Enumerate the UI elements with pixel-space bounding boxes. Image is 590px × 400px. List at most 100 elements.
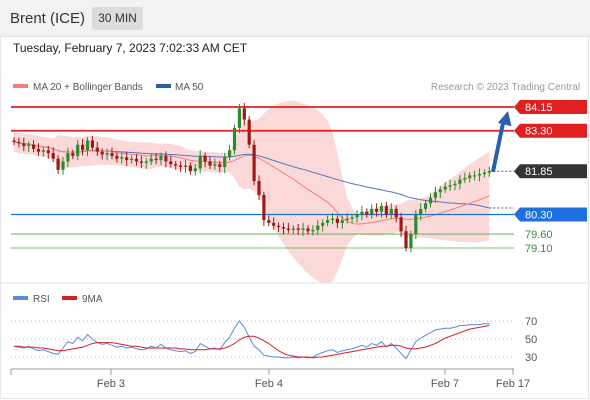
candle [110,153,114,156]
price-tag-84-15: 84.15 [514,100,587,114]
candle [159,155,163,161]
candle [257,181,261,195]
x-label-feb4: Feb 4 [255,378,283,390]
ma50-legend-label: MA 50 [175,82,204,93]
candle [149,158,153,162]
candle [340,220,344,223]
candle [301,228,305,230]
rsi-legend-label: RSI [33,294,50,305]
candle [61,161,65,170]
candle [66,153,70,162]
rsi-ma-legend-label: 9MA [82,294,103,305]
candle [144,161,148,163]
price-chart: MA 20 + Bollinger Bands MA 50 Research ©… [1,82,588,390]
candle [326,220,330,223]
candle [105,153,109,155]
candle [213,164,217,166]
candle [419,208,423,215]
candle [56,158,60,170]
candle [404,231,408,248]
bollinger-band [14,100,490,284]
candle [291,228,295,230]
candle [306,228,310,232]
candle [330,218,335,221]
candle [95,147,99,152]
candle [218,164,222,167]
credit-text: Research © 2023 Trading Central [431,82,580,93]
candle [448,185,452,187]
candle [183,165,188,167]
candle [223,157,227,168]
candle [360,211,364,215]
candle [463,178,467,180]
price-tag-81-85: 81.85 [514,164,587,179]
rsi-tick-70: 70 [525,316,537,328]
candle [365,211,369,215]
candle [272,222,276,226]
candle [433,192,437,198]
candle [41,150,45,152]
candle [277,225,281,228]
candle [379,206,384,212]
rsi-legend-swatch [13,296,28,300]
candle [458,179,462,184]
candle [130,158,134,161]
price-tag-83-30-label: 83.30 [525,126,553,138]
candle [12,140,16,142]
candle [232,127,237,151]
candle [399,217,403,232]
candle [286,228,290,230]
candle [345,218,349,221]
candle [414,214,418,234]
candle [247,119,251,145]
candle [193,168,197,172]
x-label-feb17: Feb 17 [496,378,530,390]
candle [134,158,139,162]
candle [27,144,31,147]
candle [17,141,21,144]
x-label-feb7: Feb 7 [431,378,459,390]
candle [252,144,256,181]
rsi-ma-legend-swatch [62,296,77,300]
candle [428,197,433,204]
candle [51,153,55,159]
candle [267,220,271,223]
price-label-79-60: 79.60 [525,229,553,241]
price-tag-81-85-label: 81.85 [525,166,553,178]
price-tag-80-30: 80.30 [514,207,587,222]
candle [237,108,241,128]
candle [174,164,178,166]
candle [71,153,75,156]
candle [164,155,168,162]
ma20-legend-swatch [13,84,28,88]
candle [335,218,339,223]
candle [262,195,266,221]
candle [281,227,286,229]
candle [125,157,129,161]
candle [384,206,388,215]
candle [389,208,393,215]
target-arrow-head [497,111,512,127]
candle [296,228,300,230]
price-label-79-10: 79.10 [525,243,553,255]
candle [188,165,192,172]
candle [453,183,457,186]
candle [100,151,104,155]
candle [355,214,359,218]
candle [120,157,124,159]
candle [179,165,183,167]
candle [375,208,379,212]
candle [350,217,354,219]
candle [242,108,246,120]
candle [22,143,26,147]
candle [487,171,491,173]
candle [473,175,477,177]
candle [76,144,80,156]
price-tag-83-30: 83.30 [514,123,587,138]
candle [169,161,173,165]
candle [203,155,207,162]
candle [85,140,90,151]
candle [424,203,428,209]
candle [394,208,398,218]
rsi-tick-30: 30 [525,352,537,364]
